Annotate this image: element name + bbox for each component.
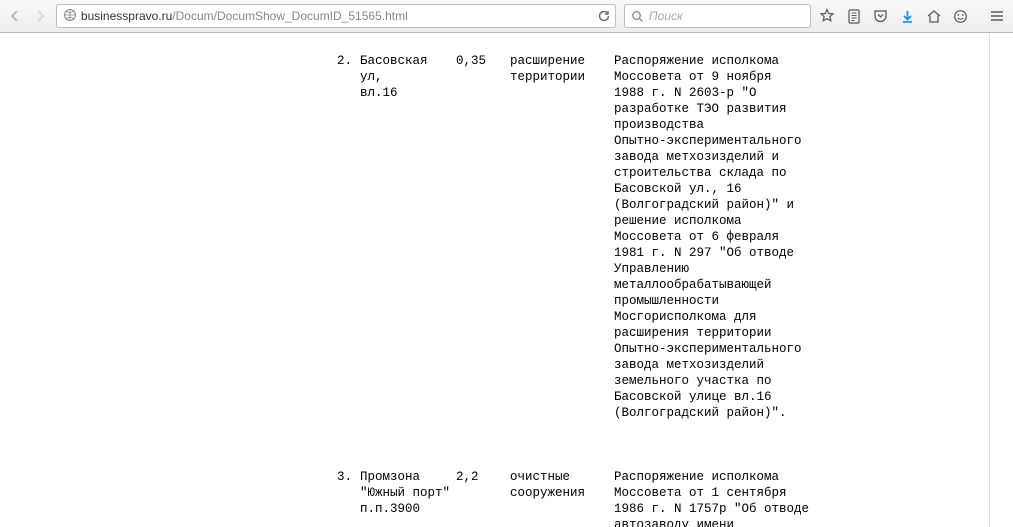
bookmark-button[interactable] <box>815 4 840 28</box>
row-purpose: расширение территории <box>510 53 614 421</box>
menu-button[interactable] <box>984 4 1009 28</box>
page-content[interactable]: 2. Басовская ул, вл.16 0,35 расширение т… <box>0 33 990 527</box>
back-button[interactable] <box>4 4 27 28</box>
row-number: 3. <box>0 469 360 527</box>
row-address: Промзона "Южный порт" п.п.3900 <box>360 469 456 527</box>
document-body: 2. Басовская ул, вл.16 0,35 расширение т… <box>0 33 989 527</box>
search-bar[interactable] <box>624 4 811 28</box>
smile-button[interactable] <box>949 4 974 28</box>
table-row: 2. Басовская ул, вл.16 0,35 расширение т… <box>0 53 989 421</box>
browser-toolbar: businesspravo.ru/Docum/DocumShow_DocumID… <box>0 0 1013 33</box>
search-input[interactable] <box>649 9 804 23</box>
row-address: Басовская ул, вл.16 <box>360 53 456 421</box>
row-purpose: очистные сооружения <box>510 469 614 527</box>
table-row: 3. Промзона "Южный порт" п.п.3900 2,2 оч… <box>0 469 989 527</box>
address-bar[interactable]: businesspravo.ru/Docum/DocumShow_DocumID… <box>56 4 616 28</box>
forward-button[interactable] <box>29 4 52 28</box>
downloads-button[interactable] <box>895 4 920 28</box>
url-text: businesspravo.ru/Docum/DocumShow_DocumID… <box>81 9 593 23</box>
row-area: 2,2 <box>456 469 510 527</box>
refresh-button[interactable] <box>597 9 611 23</box>
pocket-button[interactable] <box>868 4 893 28</box>
row-basis: Распоряжение исполкома Моссовета от 1 се… <box>614 469 818 527</box>
row-number: 2. <box>0 53 360 421</box>
globe-icon <box>63 8 77 25</box>
reading-list-button[interactable] <box>842 4 867 28</box>
row-area: 0,35 <box>456 53 510 421</box>
row-basis: Распоряжение исполкома Моссовета от 9 но… <box>614 53 818 421</box>
home-button[interactable] <box>922 4 947 28</box>
search-icon <box>631 10 644 23</box>
